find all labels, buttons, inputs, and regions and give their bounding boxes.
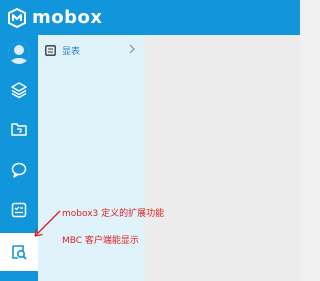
avatar-icon (8, 41, 30, 64)
sidebar-item-folder[interactable] (0, 110, 38, 148)
search-document-icon (12, 245, 27, 260)
chevron-right-icon (129, 44, 135, 54)
panel-item-label: 显表 (62, 46, 81, 57)
top-bar: mobox (0, 0, 300, 35)
list-icon (45, 44, 56, 56)
panel-item-list[interactable]: 显表 (38, 40, 145, 60)
sidebar-item-profile[interactable] (0, 37, 38, 68)
sidebar (0, 35, 38, 281)
app-brand: mobox (32, 7, 103, 28)
annotation-text-2: MBC 客户端能显示 (62, 236, 139, 246)
sidebar-item-layers[interactable] (0, 71, 38, 109)
sidebar-item-chat[interactable] (0, 151, 38, 189)
app-window: mobox 显表 mobox3 定义的扩展功能 MBC 客户端能显示 (0, 0, 300, 281)
checklist-icon (11, 202, 27, 218)
folder-icon (11, 123, 27, 136)
content-area (145, 35, 300, 281)
annotation-arrow (34, 210, 61, 237)
chat-bubble-icon (11, 162, 27, 178)
mobox-logo-icon (7, 7, 27, 28)
layers-icon (11, 82, 27, 99)
avatar (8, 41, 30, 64)
annotation-text-1: mobox3 定义的扩展功能 (62, 209, 165, 219)
